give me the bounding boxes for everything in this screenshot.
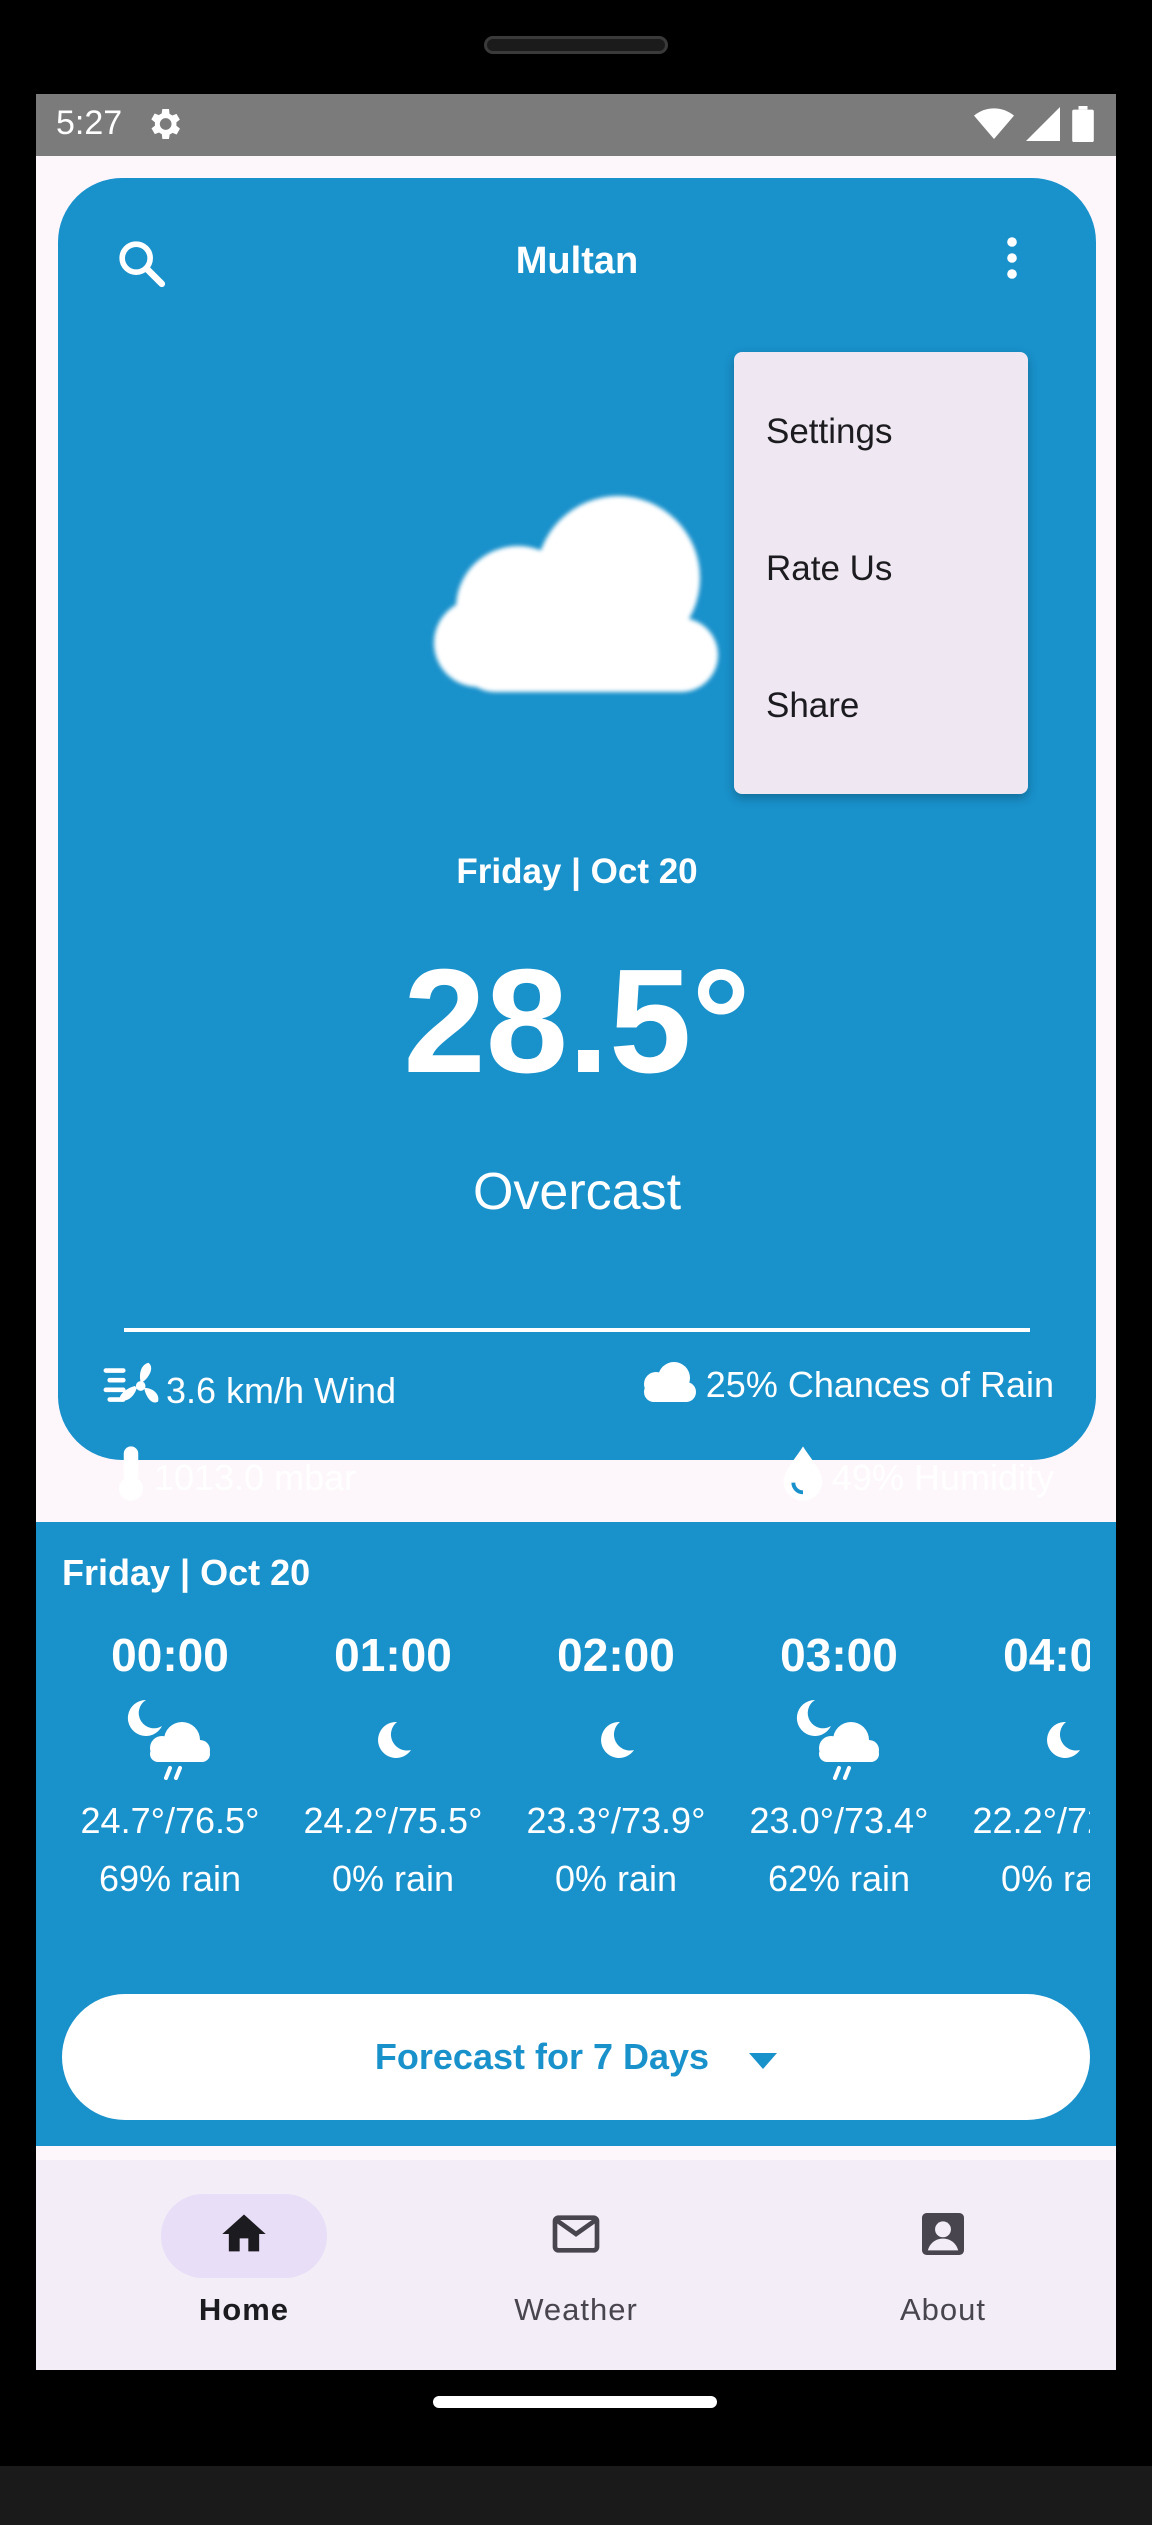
hour-temps: 24.7°/76.5° — [80, 1800, 260, 1841]
hour-time: 04:00 — [1003, 1629, 1090, 1681]
bottom-navigation: Home Weather About — [36, 2160, 1116, 2370]
battery-icon — [1072, 106, 1094, 147]
hour-item: 02:00 23.3°/73.9° 0% rain — [504, 1622, 728, 1908]
hour-temps: 24.2°/75.5° — [303, 1800, 483, 1841]
status-bar: 5:27 — [36, 94, 1116, 156]
nav-label-about: About — [899, 2292, 986, 2327]
menu-item-rate-us[interactable]: Rate Us — [766, 549, 892, 589]
moon-cloud-rain-icon — [727, 1688, 951, 1792]
moon-icon — [504, 1688, 728, 1792]
city-title: Multan — [515, 240, 639, 282]
home-icon — [218, 2208, 270, 2265]
humidity-text: 49% Humidity — [831, 1456, 1054, 1498]
earpiece-speaker — [484, 36, 668, 54]
nav-label-weather: Weather — [514, 2292, 638, 2327]
hourly-date: Friday | Oct 20 — [62, 1552, 311, 1593]
home-gesture-bar[interactable] — [433, 2396, 717, 2408]
wifi-icon — [974, 107, 1014, 146]
hour-time: 00:00 — [111, 1629, 229, 1681]
current-temperature: 28.5° — [403, 939, 751, 1104]
screen: 5:27 Multan Friday | Oct 20 28.5° Overca… — [36, 94, 1116, 2370]
nav-item-home[interactable]: Home — [124, 2194, 364, 2328]
hour-item: 01:00 24.2°/75.5° 0% rain — [281, 1622, 505, 1908]
more-options-icon[interactable] — [1002, 234, 1022, 287]
cell-signal-icon — [1026, 107, 1060, 146]
hour-time: 01:00 — [334, 1629, 452, 1681]
water-drop-icon — [780, 1444, 826, 1511]
nav-item-about[interactable]: About — [823, 2194, 1063, 2328]
cloud-small-icon — [638, 1358, 700, 1411]
rain-chance-text: 25% Chances of Rain — [705, 1363, 1054, 1405]
wind-text: 3.6 km/h Wind — [166, 1369, 397, 1411]
hour-item: 03:00 23.0°/73.4° 62% rain — [727, 1622, 951, 1908]
hour-rain: 0% rain — [331, 1858, 455, 1899]
menu-item-settings[interactable]: Settings — [766, 412, 892, 452]
hour-item: 04:00 22.2°/72.0° 0% rain — [950, 1622, 1090, 1908]
mail-icon — [548, 2206, 604, 2267]
hour-rain: 0% rain — [1000, 1858, 1090, 1899]
forecast-button-label: Forecast for 7 Days — [374, 2036, 710, 2077]
settings-gear-icon — [144, 104, 184, 149]
overflow-menu: Settings Rate Us Share — [734, 352, 1028, 794]
status-icons — [974, 106, 1094, 147]
account-box-icon — [915, 2206, 971, 2267]
nav-icon-container — [493, 2194, 659, 2278]
moon-icon — [950, 1688, 1090, 1792]
thermometer-icon — [114, 1444, 148, 1511]
status-time: 5:27 — [56, 104, 123, 142]
nav-icon-container — [860, 2194, 1026, 2278]
divider — [124, 1328, 1030, 1332]
nav-item-weather[interactable]: Weather — [456, 2194, 696, 2328]
device-top-bezel — [0, 0, 1152, 94]
pressure-stat: 1013.0 mbar — [114, 1444, 356, 1511]
hour-temps: 23.3°/73.9° — [526, 1800, 706, 1841]
wind-fan-icon — [102, 1358, 160, 1423]
hour-temps: 22.2°/72.0° — [972, 1800, 1090, 1841]
nav-active-indicator — [161, 2194, 327, 2278]
moon-icon — [281, 1688, 505, 1792]
moon-cloud-rain-icon — [58, 1688, 282, 1792]
current-weather-card: Multan Friday | Oct 20 28.5° Overcast 3.… — [58, 178, 1096, 1501]
wind-stat: 3.6 km/h Wind — [102, 1358, 396, 1423]
pressure-text: 1013.0 mbar — [154, 1456, 357, 1498]
rain-chance-stat: 25% Chances of Rain — [638, 1358, 1054, 1411]
current-date: Friday | Oct 20 — [456, 852, 698, 891]
menu-item-share[interactable]: Share — [766, 686, 859, 726]
cloud-icon — [418, 478, 738, 703]
hourly-strip[interactable]: 00:00 24.7°/76.5° 69% rain 01:00 24.2°/7… — [58, 1622, 1090, 1942]
forecast-7-days-button[interactable]: Forecast for 7 Days — [62, 1994, 1090, 2120]
dropdown-arrow-icon — [749, 2036, 778, 2078]
humidity-stat: 49% Humidity — [780, 1444, 1054, 1511]
hour-time: 02:00 — [557, 1629, 675, 1681]
hour-temps: 23.0°/73.4° — [749, 1800, 929, 1841]
device-bottom-bezel — [0, 2466, 1152, 2525]
current-condition: Overcast — [472, 1163, 682, 1221]
device-frame: 5:27 Multan Friday | Oct 20 28.5° Overca… — [0, 0, 1152, 2525]
hour-item: 00:00 24.7°/76.5° 69% rain — [58, 1622, 282, 1908]
hour-time: 03:00 — [780, 1629, 898, 1681]
hour-rain: 62% rain — [767, 1858, 911, 1899]
nav-label-home: Home — [198, 2292, 290, 2327]
hour-rain: 0% rain — [554, 1858, 678, 1899]
hour-rain: 69% rain — [98, 1858, 242, 1899]
